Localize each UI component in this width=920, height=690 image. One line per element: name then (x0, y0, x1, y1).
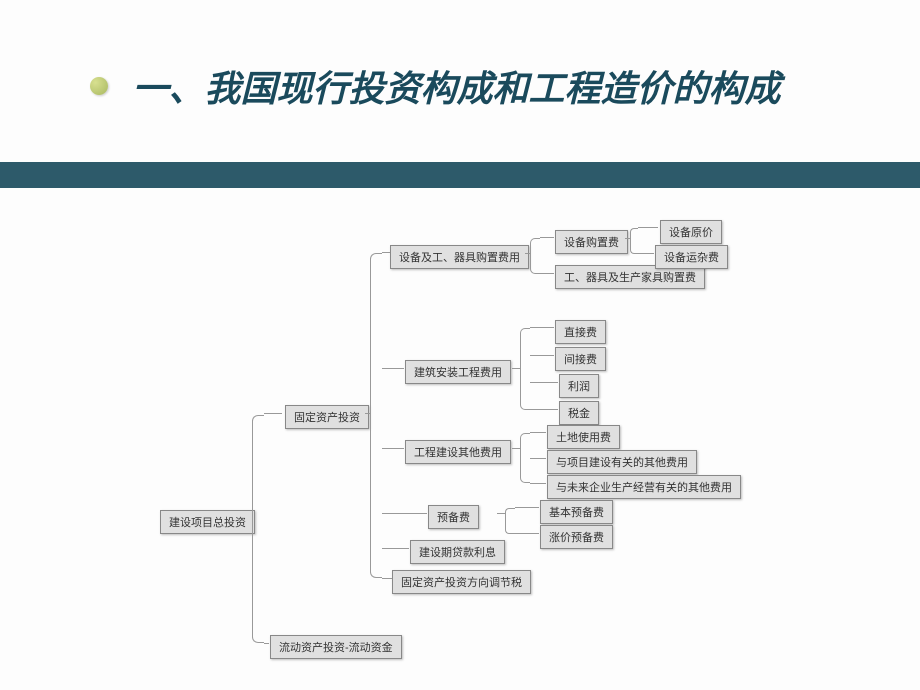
connector (530, 458, 546, 459)
connector (382, 548, 409, 549)
connector (530, 355, 554, 356)
bracket (505, 508, 515, 534)
node-construct: 建筑安装工程费用 (405, 360, 511, 384)
connector (638, 253, 654, 254)
bullet-icon (90, 77, 108, 95)
connector (382, 513, 427, 514)
node-equip-tool: 设备及工、器具购置费用 (390, 245, 529, 269)
connector (625, 238, 631, 239)
node-profit: 利润 (559, 374, 599, 398)
slide-title: 一、我国现行投资构成和工程造价的构成 (132, 60, 780, 112)
node-basic-res: 基本预备费 (540, 500, 613, 524)
bracket (530, 238, 540, 274)
tree-diagram: 建设项目总投资 固定资产投资 流动资产投资-流动资金 设备及工、器具购置费用 建… (0, 220, 920, 690)
connector (497, 513, 505, 514)
connector (525, 253, 531, 254)
node-future-other: 与未来企业生产经营有关的其他费用 (547, 475, 741, 499)
node-other-eng: 工程建设其他费用 (405, 440, 511, 464)
connector (382, 448, 404, 449)
connector (264, 413, 282, 414)
node-indirect: 间接费 (555, 347, 606, 371)
bracket (520, 328, 530, 410)
connector (382, 368, 404, 369)
connector (638, 227, 658, 228)
node-root: 建设项目总投资 (160, 510, 255, 534)
bracket (630, 228, 638, 254)
node-loan: 建设期贷款利息 (410, 540, 505, 564)
node-reserve: 预备费 (428, 505, 479, 529)
connector (530, 327, 554, 328)
connector (530, 382, 558, 383)
node-orig-price: 设备原价 (660, 220, 722, 244)
node-direct: 直接费 (555, 320, 606, 344)
connector (382, 252, 390, 253)
connector (512, 448, 520, 449)
connector (530, 483, 546, 484)
connector (365, 413, 371, 414)
divider-bar (0, 162, 920, 188)
connector (540, 273, 554, 274)
node-fixed: 固定资产投资 (285, 405, 369, 429)
connector (264, 643, 269, 644)
bracket (370, 253, 382, 578)
node-proj-other: 与项目建设有关的其他费用 (547, 450, 697, 474)
connector (530, 409, 558, 410)
node-tax: 税金 (559, 401, 599, 425)
node-land: 土地使用费 (547, 425, 620, 449)
node-tax-adj: 固定资产投资方向调节税 (392, 570, 531, 594)
bracket (252, 415, 264, 643)
connector (382, 578, 392, 579)
connector (512, 368, 520, 369)
connector (515, 533, 539, 534)
bracket (520, 433, 530, 483)
title-area: 一、我国现行投资构成和工程造价的构成 (0, 0, 920, 132)
connector (530, 432, 546, 433)
node-trans-fee: 设备运杂费 (655, 245, 728, 269)
connector (540, 237, 554, 238)
node-equip-fee: 设备购置费 (555, 230, 628, 254)
node-liquid: 流动资产投资-流动资金 (270, 635, 402, 659)
node-price-res: 涨价预备费 (540, 525, 613, 549)
connector (515, 507, 539, 508)
